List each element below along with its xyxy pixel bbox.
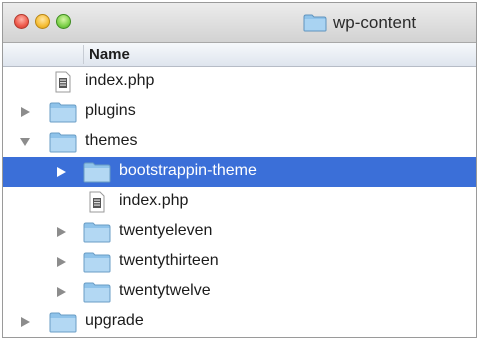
folder-row[interactable]: twentytwelve [3, 277, 476, 307]
disclosure-right-icon[interactable] [55, 166, 67, 178]
disclosure-right-icon[interactable] [55, 226, 67, 238]
folder-row[interactable]: themes [3, 127, 476, 157]
folder-row[interactable]: plugins [3, 97, 476, 127]
zoom-button[interactable] [56, 14, 71, 29]
item-label: twentyeleven [119, 222, 213, 239]
folder-icon [83, 222, 111, 243]
close-button[interactable] [14, 14, 29, 29]
disclosure-right-icon[interactable] [19, 316, 31, 328]
window-title: wp-content [333, 13, 417, 32]
item-label: twentythirteen [119, 252, 219, 269]
item-label: index.php [119, 192, 189, 209]
php-file-icon [55, 71, 71, 93]
item-label: twentytwelve [119, 282, 211, 299]
item-label: upgrade [85, 312, 144, 329]
column-divider [83, 45, 84, 64]
disclosure-right-icon[interactable] [55, 256, 67, 268]
folder-icon [49, 132, 77, 153]
folder-row[interactable]: twentyeleven [3, 217, 476, 247]
column-header[interactable]: Name [3, 43, 476, 67]
item-label: plugins [85, 102, 136, 119]
folder-icon [83, 162, 111, 183]
disclosure-down-icon[interactable] [19, 136, 31, 148]
file-row[interactable]: index.php [3, 187, 476, 217]
folder-row[interactable]: bootstrappin-theme [3, 157, 476, 187]
window-title-group: wp-content [303, 12, 416, 34]
item-label: index.php [85, 72, 155, 89]
minimize-button[interactable] [35, 14, 50, 29]
finder-window: wp-content Name index.php plugins themes bo… [2, 2, 477, 338]
item-label: bootstrappin-theme [119, 162, 257, 179]
title-bar[interactable]: wp-content [3, 3, 476, 43]
name-column-header[interactable]: Name [89, 46, 130, 63]
disclosure-right-icon[interactable] [55, 286, 67, 298]
item-label: themes [85, 132, 138, 149]
file-row[interactable]: index.php [3, 67, 476, 97]
folder-icon [83, 282, 111, 303]
folder-row[interactable]: upgrade [3, 307, 476, 337]
folder-icon [83, 252, 111, 273]
php-file-icon [89, 191, 105, 213]
folder-icon [49, 312, 77, 333]
folder-icon [303, 14, 327, 32]
folder-icon [49, 102, 77, 123]
file-list[interactable]: index.php plugins themes bootstrappin-theme… [3, 67, 476, 337]
folder-row[interactable]: twentythirteen [3, 247, 476, 277]
disclosure-right-icon[interactable] [19, 106, 31, 118]
